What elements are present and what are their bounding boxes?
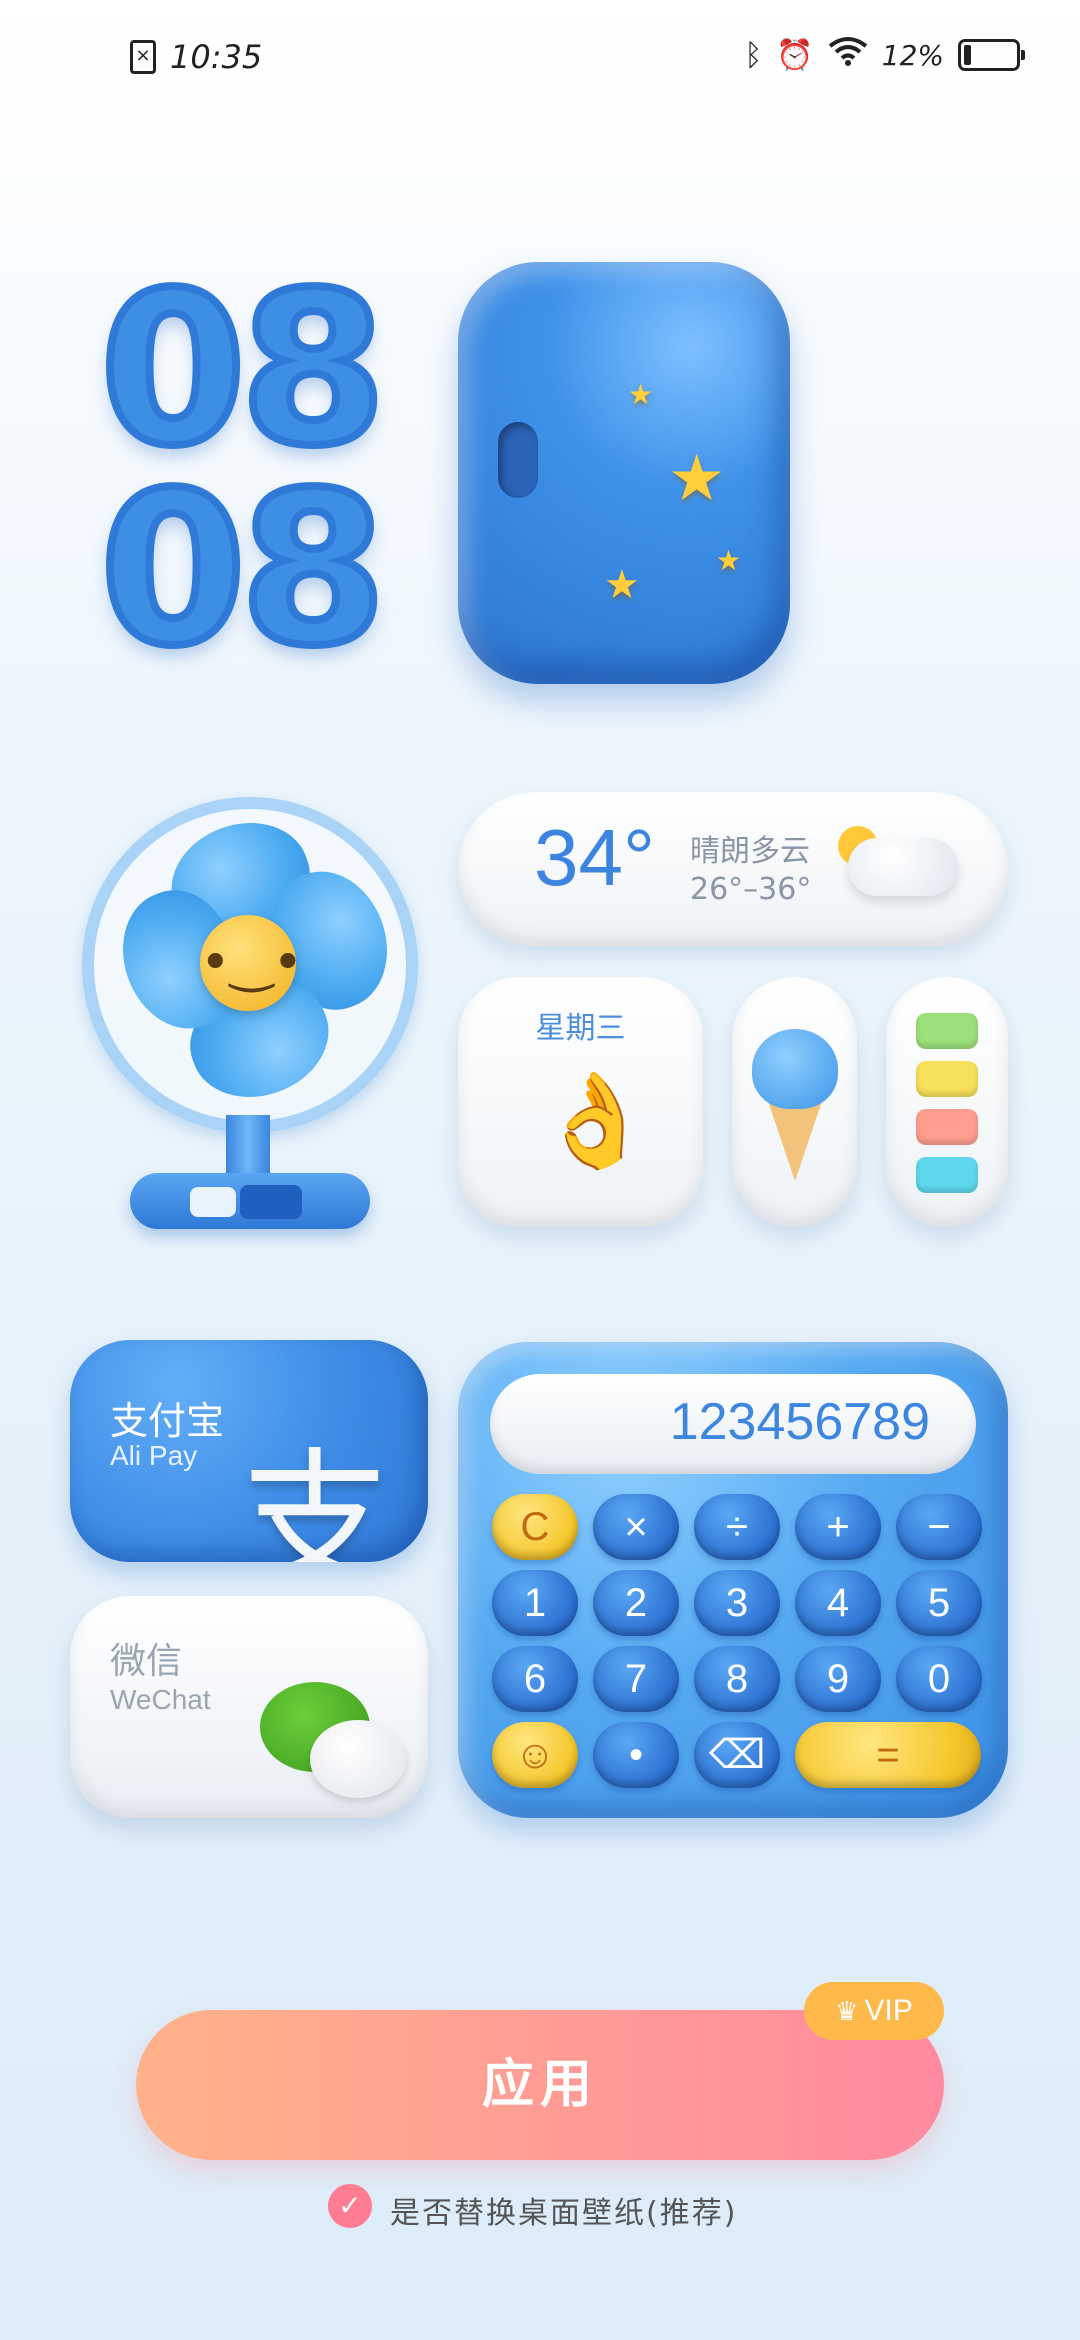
status-icons: ᛒ ⏰ 12% [744,36,1025,74]
clock-minute: 08 [96,447,390,692]
backspace-icon[interactable]: ⌫ [694,1722,780,1788]
weekday-label: 星期三 [535,1011,626,1046]
calc-key-8[interactable]: 8 [694,1646,780,1712]
ok-hand-icon: 👌 [538,1067,653,1174]
wechat-bubble-icon [310,1720,406,1798]
status-time: 10:35 [170,38,263,76]
clock-hour: 08 [96,247,390,492]
star-icon: ★ [604,562,640,608]
weather-condition: 晴朗多云 [690,834,810,869]
alipay-name: 支付宝 [110,1399,225,1443]
apply-button-label: 应用 [481,2055,598,2115]
crown-icon: ♛ [835,1996,859,2026]
alipay-logo-icon: 支 [240,1435,391,1562]
wechat-widget[interactable]: 微信 WeChat [70,1596,428,1818]
icecream-icon [752,1029,838,1109]
calc-key-multiply[interactable]: × [593,1494,679,1560]
green-bar [916,1013,978,1049]
fan-switch-off[interactable] [190,1187,236,1217]
battery-icon [958,39,1025,71]
calculator-widget[interactable]: 123456789 C × ÷ + − 1 2 3 4 5 6 7 8 9 0 … [458,1342,1008,1818]
color-bars-widget[interactable] [886,977,1008,1227]
calculator-display-value: 123456789 [669,1393,930,1451]
cloud-icon [848,838,958,896]
clock-widget[interactable]: 08 08 [96,247,410,692]
calc-key-plus[interactable]: + [795,1494,881,1560]
yellow-bar [916,1061,978,1097]
calc-key-6[interactable]: 6 [492,1646,578,1712]
calc-key-equals[interactable]: = [795,1722,981,1788]
calc-key-clear[interactable]: C [492,1494,578,1560]
star-icon: ★ [668,442,726,516]
replace-wallpaper-label[interactable]: 是否替换桌面壁纸(推荐) [390,2188,737,2232]
calc-key-divide[interactable]: ÷ [694,1494,780,1560]
replace-wallpaper-checkbox[interactable]: ✓ [328,2184,372,2228]
star-icon: ★ [628,378,654,411]
cone-icon [768,1101,822,1181]
wechat-english: WeChat [110,1684,211,1715]
checkmark-icon: ✓ [338,2189,362,2222]
fan-switch-on[interactable] [240,1185,302,1219]
calc-key-9[interactable]: 9 [795,1646,881,1712]
red-bar [916,1109,978,1145]
calc-key-5[interactable]: 5 [896,1570,982,1636]
icecream-widget[interactable] [732,977,857,1227]
star-box-widget[interactable]: ★ ★ ★ ★ [458,262,790,684]
weather-range: 26°–36° [690,872,812,907]
calc-key-4[interactable]: 4 [795,1570,881,1636]
calc-key-dot[interactable]: • [593,1722,679,1788]
fan-widget[interactable]: •‿• [80,795,420,1235]
status-bar: × 10:35 ᛒ ⏰ 12% [0,0,1080,120]
cyan-bar [916,1157,978,1193]
wechat-name: 微信 [110,1641,183,1682]
bluetooth-icon: ᛒ [744,37,763,73]
smiley-icon[interactable]: ☺ [492,1722,578,1788]
weekday-widget[interactable]: 星期三 👌 [458,977,703,1227]
wifi-icon [828,36,868,74]
calculator-display: 123456789 [490,1374,976,1474]
face-icon: •‿• [200,915,303,1011]
calc-key-0[interactable]: 0 [896,1646,982,1712]
calc-key-1[interactable]: 1 [492,1570,578,1636]
alarm-icon: ⏰ [776,37,814,73]
sim-error-icon: × [130,40,156,74]
weather-widget[interactable]: 34° 晴朗多云 26°–36° [458,792,1008,946]
vip-badge: ♛ VIP [804,1982,944,2040]
star-icon: ★ [716,544,742,577]
box-handle [498,422,538,498]
calc-key-minus[interactable]: − [896,1494,982,1560]
battery-percent: 12% [881,38,944,72]
alipay-english: Ali Pay [110,1440,198,1471]
calc-key-3[interactable]: 3 [694,1570,780,1636]
alipay-widget[interactable]: 支付宝 Ali Pay 支 [70,1340,428,1562]
calc-key-7[interactable]: 7 [593,1646,679,1712]
vip-label: VIP [864,1994,913,2027]
calc-key-2[interactable]: 2 [593,1570,679,1636]
weather-temperature: 34° [534,813,655,902]
